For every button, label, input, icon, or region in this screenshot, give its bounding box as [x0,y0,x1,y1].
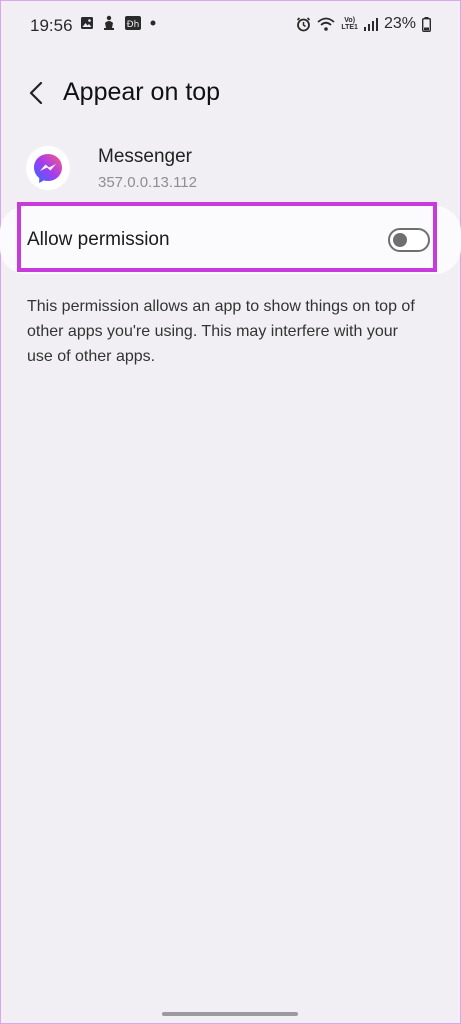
battery-icon [422,16,431,32]
status-bar: 19:56 Đh Vo) LTE1 23% [0,0,461,50]
allow-permission-toggle[interactable] [388,228,430,252]
app-name: Messenger [98,146,192,167]
back-button[interactable] [22,78,50,108]
more-notifications-dot-icon [150,20,156,26]
allow-permission-label: Allow permission [27,229,170,250]
status-time: 19:56 [30,16,73,35]
volte-lte-indicator: Vo) LTE1 [341,17,358,31]
toggle-knob [393,233,407,247]
wifi-icon [317,17,335,31]
game-icon [104,15,114,30]
alarm-icon [297,16,311,31]
home-indicator[interactable] [162,1012,298,1016]
gallery-icon [81,17,93,29]
notification-icons: Đh [80,15,156,31]
signal-strength-icon [363,17,378,31]
page-title: Appear on top [63,78,221,106]
app-icon [26,146,70,190]
system-icons: Vo) LTE1 23% [296,15,431,33]
permission-description: This permission allows an app to show th… [27,298,415,365]
messenger-logo-icon [34,154,62,183]
battery-percentage: 23% [383,15,416,32]
app-version: 357.0.0.13.112 [98,174,197,191]
screenshot-frame [0,0,461,1024]
app-notification-icon: Đh [125,16,141,30]
svg-text:Đh: Đh [127,20,140,30]
chevron-left-icon [29,82,43,104]
